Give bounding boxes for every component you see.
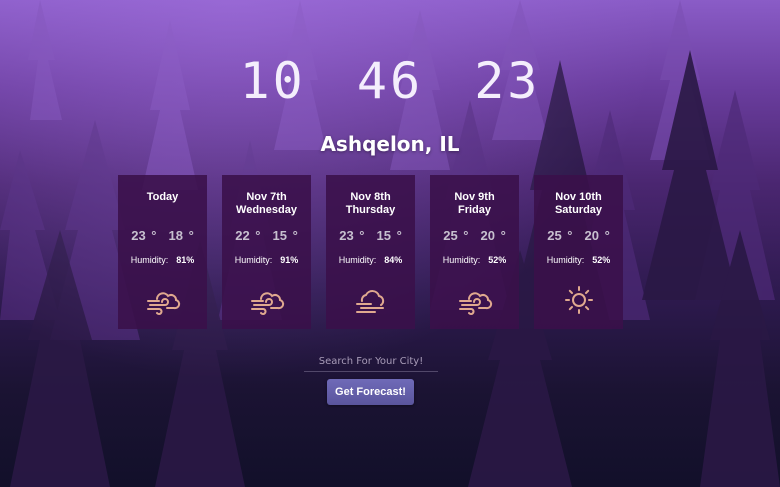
humidity-row: Humidity: 91%: [222, 255, 311, 265]
wind-cloud-icon: [146, 292, 180, 315]
humidity-row: Humidity: 52%: [534, 255, 623, 265]
forecast-cards: Today 23 ° 18 ° Humidity: 81% Nov 7th Wedn…: [118, 175, 623, 329]
city-name: Ashqelon, IL: [320, 132, 460, 156]
get-forecast-button[interactable]: Get Forecast!: [327, 379, 414, 405]
city-search-input[interactable]: [304, 352, 438, 372]
humidity-value: 91%: [280, 255, 299, 265]
high-temp: 25 °: [547, 228, 573, 243]
humidity-label: Humidity:: [130, 255, 169, 265]
humidity-label: Humidity:: [442, 255, 481, 265]
high-temp: 23 °: [131, 228, 157, 243]
forecast-temps: 25 ° 20 °: [534, 228, 623, 243]
forecast-weekday: Wednesday: [236, 204, 297, 216]
high-temp: 23 °: [339, 228, 365, 243]
low-temp: 20 °: [584, 228, 610, 243]
forecast-date: Today: [146, 191, 179, 203]
forecast-day: Nov 7th Wednesday: [222, 191, 311, 217]
low-temp: 18 °: [168, 228, 194, 243]
forecast-weekday: Thursday: [345, 204, 396, 216]
humidity-value: 81%: [176, 255, 195, 265]
forecast-day: Nov 10th Saturday: [534, 191, 623, 217]
forecast-card: Nov 10th Saturday 25 ° 20 ° Humidity: 52%: [534, 175, 623, 329]
humidity-value: 84%: [384, 255, 403, 265]
humidity-value: 52%: [488, 255, 507, 265]
forecast-card: Nov 8th Thursday 23 ° 15 ° Humidity: 84%: [326, 175, 415, 329]
forecast-temps: 23 ° 18 °: [118, 228, 207, 243]
forecast-weekday: Friday: [457, 204, 491, 216]
humidity-label: Humidity:: [338, 255, 377, 265]
high-temp: 22 °: [235, 228, 261, 243]
sun-icon: [564, 286, 593, 314]
forecast-date: Nov 8th: [350, 191, 391, 203]
wind-cloud-icon: [250, 292, 284, 315]
humidity-row: Humidity: 52%: [430, 255, 519, 265]
forecast-day: Today: [118, 191, 207, 204]
humidity-label: Humidity:: [234, 255, 273, 265]
forecast-date: Nov 7th: [246, 191, 287, 203]
humidity-row: Humidity: 84%: [326, 255, 415, 265]
forecast-temps: 23 ° 15 °: [326, 228, 415, 243]
low-temp: 20 °: [480, 228, 506, 243]
low-temp: 15 °: [272, 228, 298, 243]
clock-display: 10 46 23: [239, 52, 541, 110]
forecast-date: Nov 9th: [454, 191, 495, 203]
forecast-card: Today 23 ° 18 ° Humidity: 81%: [118, 175, 207, 329]
forecast-card: Nov 9th Friday 25 ° 20 ° Humidity: 52%: [430, 175, 519, 329]
forecast-weekday: Saturday: [554, 204, 603, 216]
forecast-temps: 22 ° 15 °: [222, 228, 311, 243]
humidity-value: 52%: [592, 255, 611, 265]
low-temp: 15 °: [376, 228, 402, 243]
forecast-day: Nov 8th Thursday: [326, 191, 415, 217]
humidity-row: Humidity: 81%: [118, 255, 207, 265]
forecast-card: Nov 7th Wednesday 22 ° 15 ° Humidity: 91%: [222, 175, 311, 329]
fog-cloud-icon: [355, 290, 384, 313]
humidity-label: Humidity:: [546, 255, 585, 265]
forecast-temps: 25 ° 20 °: [430, 228, 519, 243]
high-temp: 25 °: [443, 228, 469, 243]
wind-cloud-icon: [458, 292, 492, 315]
forecast-day: Nov 9th Friday: [430, 191, 519, 217]
forecast-date: Nov 10th: [555, 191, 602, 203]
